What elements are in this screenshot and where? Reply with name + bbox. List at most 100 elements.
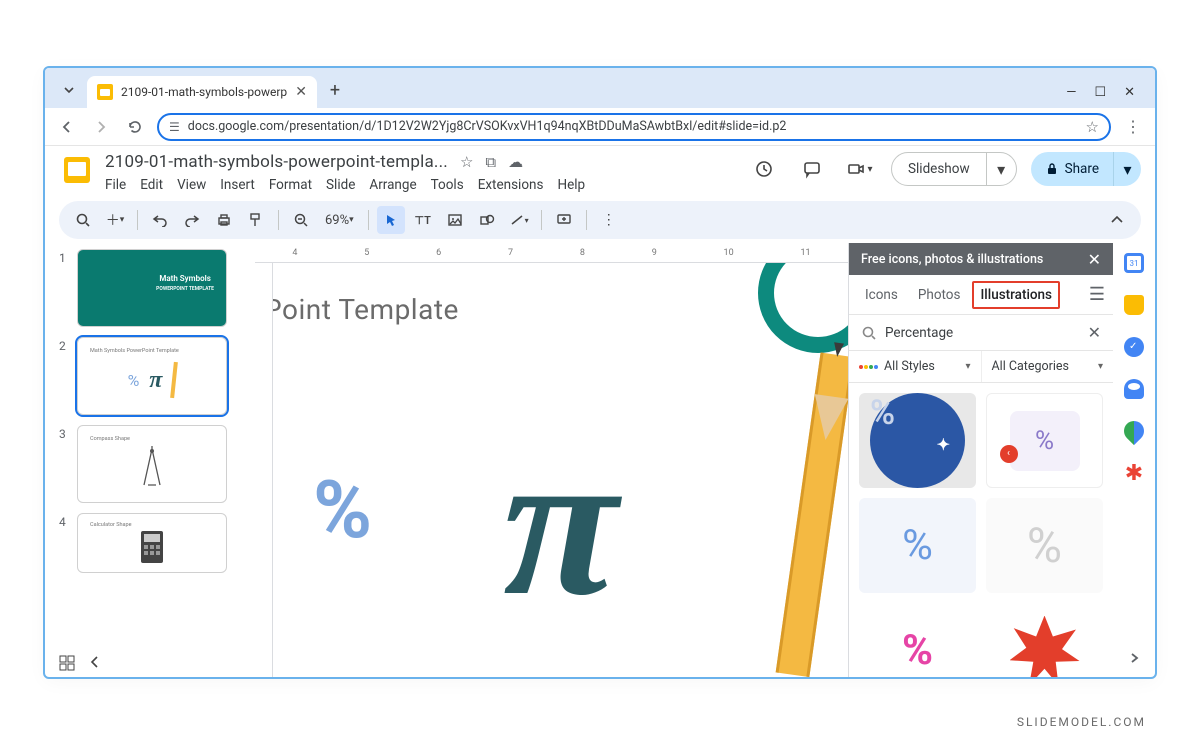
maps-icon[interactable]	[1120, 417, 1148, 445]
menu-extensions[interactable]: Extensions	[478, 177, 544, 193]
tab-illustrations[interactable]: Illustrations	[972, 281, 1060, 309]
toolbar: ＋▾ 69% ▾ ⊤T ▾ ⋮	[59, 201, 1141, 239]
new-tab-button[interactable]: +	[321, 76, 349, 104]
panel-header: Free icons, photos & illustrations ✕	[849, 243, 1113, 275]
lock-icon	[1045, 162, 1059, 176]
result-item[interactable]: %✦	[859, 393, 976, 488]
zoom-level[interactable]: 69% ▾	[319, 206, 360, 234]
slide-thumb-4[interactable]: Calculator Shape	[77, 513, 227, 573]
filter-categories[interactable]: All Categories▾	[981, 351, 1114, 382]
line-icon[interactable]: ▾	[505, 206, 533, 234]
tasks-icon[interactable]: ✓	[1124, 337, 1144, 357]
tab-strip: 2109-01-math-symbols-powerp ✕ + — ☐ ✕	[45, 68, 1155, 108]
comment-add-icon[interactable]	[550, 206, 578, 234]
addon-icon[interactable]: ✱	[1124, 463, 1144, 483]
url-text: docs.google.com/presentation/d/1D12V2W2Y…	[188, 119, 787, 134]
result-item[interactable]: %	[859, 603, 976, 677]
doc-title[interactable]: 2109-01-math-symbols-powerpoint-templa..…	[105, 152, 448, 172]
tab-photos[interactable]: Photos	[910, 281, 969, 309]
filmstrip-nav-icon[interactable]	[89, 655, 101, 671]
thumb-number: 4	[59, 513, 69, 573]
undo-icon[interactable]	[146, 206, 174, 234]
new-slide-button[interactable]: ＋▾	[101, 206, 129, 234]
star-doc-icon[interactable]: ☆	[460, 153, 473, 171]
result-item[interactable]: %	[986, 498, 1103, 593]
back-button[interactable]	[55, 115, 79, 139]
menu-tools[interactable]: Tools	[431, 177, 464, 193]
share-button[interactable]: Share	[1031, 152, 1113, 186]
show-side-panel-icon[interactable]	[1127, 651, 1141, 665]
move-doc-icon[interactable]: ⧉	[485, 153, 496, 171]
panel-menu-icon[interactable]: ☰	[1089, 284, 1105, 305]
menu-edit[interactable]: Edit	[140, 177, 163, 193]
filter-styles[interactable]: All Styles▾	[849, 351, 981, 382]
brand-watermark: SLIDEMODEL.COM	[1017, 715, 1146, 729]
close-window-icon[interactable]: ✕	[1124, 85, 1135, 100]
result-item[interactable]: %	[859, 498, 976, 593]
slideshow-button[interactable]: Slideshow	[892, 161, 986, 177]
keep-icon[interactable]	[1124, 295, 1144, 315]
image-icon[interactable]	[441, 206, 469, 234]
slide-thumb-2[interactable]: Math Symbols PowerPoint Template % π	[77, 337, 227, 415]
forward-button[interactable]	[89, 115, 113, 139]
site-info-icon[interactable]: ☰	[169, 120, 180, 134]
slideshow-dropdown[interactable]: ▾	[986, 153, 1016, 185]
slides-logo-icon[interactable]	[59, 152, 95, 188]
minimize-icon[interactable]: —	[1066, 85, 1076, 100]
slide-thumb-1[interactable]: Math SymbolsPOWERPOINT TEMPLATE	[77, 249, 227, 327]
slide-thumb-3[interactable]: Compass Shape	[77, 425, 227, 503]
grid-view-icon[interactable]	[59, 655, 75, 671]
panel-search-input[interactable]	[885, 325, 1080, 341]
result-item[interactable]	[986, 603, 1103, 677]
browser-menu-icon[interactable]: ⋮	[1121, 115, 1145, 139]
menu-insert[interactable]: Insert	[220, 177, 255, 193]
tab-search-caret[interactable]	[55, 76, 83, 104]
menu-format[interactable]: Format	[269, 177, 312, 193]
pencil-graphic	[768, 352, 848, 677]
cloud-status-icon[interactable]: ☁	[508, 153, 523, 171]
close-tab-icon[interactable]: ✕	[295, 84, 307, 100]
slide-canvas[interactable]: ls PowerPoint Template π %	[273, 263, 848, 677]
panel-filters: All Styles▾ All Categories▾	[849, 351, 1113, 383]
clear-search-icon[interactable]: ✕	[1088, 323, 1101, 342]
zoom-out-icon[interactable]	[287, 206, 315, 234]
menu-arrange[interactable]: Arrange	[369, 177, 416, 193]
menu-file[interactable]: File	[105, 177, 126, 193]
meet-icon[interactable]: ▾	[843, 152, 877, 186]
browser-tab[interactable]: 2109-01-math-symbols-powerp ✕	[87, 76, 317, 108]
address-bar: ☰ docs.google.com/presentation/d/1D12V2W…	[45, 108, 1155, 146]
maximize-icon[interactable]: ☐	[1094, 85, 1106, 100]
menu-help[interactable]: Help	[557, 177, 585, 193]
tab-title: 2109-01-math-symbols-powerp	[121, 85, 287, 99]
menu-view[interactable]: View	[177, 177, 206, 193]
menu-slide[interactable]: Slide	[326, 177, 355, 193]
textbox-icon[interactable]: ⊤T	[409, 206, 437, 234]
canvas-area: 4567891011 ls PowerPoint Template π %	[255, 243, 848, 677]
share-dropdown[interactable]: ▾	[1113, 152, 1141, 186]
thumb-number: 2	[59, 337, 69, 415]
hide-menus-icon[interactable]	[1103, 206, 1131, 234]
menu-bar: File Edit View Insert Format Slide Arran…	[105, 177, 585, 193]
panel-close-icon[interactable]: ✕	[1088, 250, 1101, 269]
select-tool-icon[interactable]	[377, 206, 405, 234]
url-field[interactable]: ☰ docs.google.com/presentation/d/1D12V2W…	[157, 113, 1111, 141]
paint-format-icon[interactable]	[242, 206, 270, 234]
contacts-icon[interactable]	[1124, 379, 1144, 399]
comments-icon[interactable]	[795, 152, 829, 186]
more-tools-icon[interactable]: ⋮	[595, 206, 623, 234]
percent-symbol: %	[313, 463, 372, 557]
result-item[interactable]: %‹	[986, 393, 1103, 488]
print-icon[interactable]	[210, 206, 238, 234]
shape-icon[interactable]	[473, 206, 501, 234]
bookmark-star-icon[interactable]: ☆	[1086, 118, 1099, 136]
redo-icon[interactable]	[178, 206, 206, 234]
history-icon[interactable]	[747, 152, 781, 186]
ruler-vertical	[255, 263, 273, 677]
search-menus-icon[interactable]	[69, 206, 97, 234]
tab-icons[interactable]: Icons	[857, 281, 906, 309]
calendar-icon[interactable]: 31	[1124, 253, 1144, 273]
slide-panel: 1 Math SymbolsPOWERPOINT TEMPLATE 2 Math…	[45, 243, 255, 677]
thumb-number: 1	[59, 249, 69, 327]
workspace: 1 Math SymbolsPOWERPOINT TEMPLATE 2 Math…	[45, 243, 1155, 677]
reload-button[interactable]	[123, 115, 147, 139]
